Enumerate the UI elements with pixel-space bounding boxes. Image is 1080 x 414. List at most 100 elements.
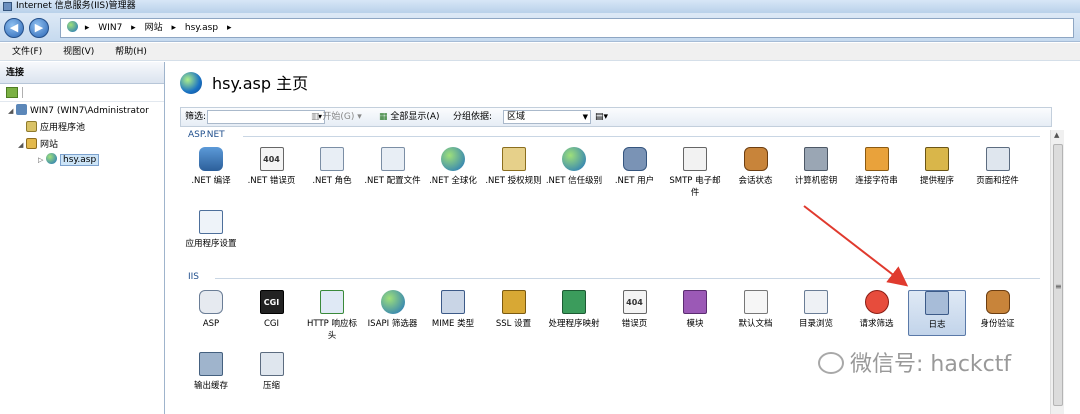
binoculars-icon: ▥	[311, 112, 320, 122]
feature-label: .NET 信任级别	[545, 176, 603, 186]
forward-button[interactable]: ▶	[29, 18, 49, 38]
providers-icon	[925, 147, 949, 171]
session-state-icon	[743, 147, 768, 171]
server-icon	[16, 104, 27, 115]
tree-expander[interactable]: ▷	[38, 153, 46, 168]
group-divider	[215, 278, 1040, 279]
scroll-up-arrow[interactable]: ▲	[1054, 131, 1059, 139]
pages-controls-icon	[985, 147, 1010, 171]
tree-expander[interactable]: ◢	[8, 104, 16, 119]
feature-dotnet-profile[interactable]: .NET 配置文件	[364, 147, 422, 187]
feature-http-headers[interactable]: HTTP 响应标头	[303, 290, 361, 342]
connect-icon[interactable]	[6, 87, 18, 98]
feature-label: .NET 错误页	[247, 176, 296, 186]
feature-smtp-email[interactable]: SMTP 电子邮件	[666, 147, 724, 199]
scrollbar-thumb[interactable]	[1053, 144, 1063, 406]
feature-mime-types[interactable]: MIME 类型	[424, 290, 482, 330]
feature-label: 输出缓存	[193, 381, 228, 391]
feature-logging[interactable]: 日志	[908, 290, 966, 336]
tree-expander[interactable]: ◢	[18, 138, 26, 153]
feature-providers[interactable]: 提供程序	[908, 147, 966, 187]
error-pages-icon: 404	[622, 290, 647, 314]
isapi-filters-icon	[380, 290, 405, 314]
feature-asp[interactable]: ASP	[182, 290, 240, 330]
feature-request-filtering[interactable]: 请求筛选	[848, 290, 906, 330]
dotnet-trust-icon	[562, 147, 586, 171]
feature-label: 页面和控件	[976, 176, 1019, 186]
feature-machine-key[interactable]: 计算机密钥	[787, 147, 845, 187]
crumb-sites[interactable]: 网站	[145, 23, 163, 33]
feature-dotnet-roles[interactable]: .NET 角色	[303, 147, 361, 187]
feature-cgi[interactable]: CGI CGI	[243, 290, 301, 330]
menu-view[interactable]: 视图(V)	[63, 47, 94, 57]
view-toggle-button[interactable]: ▤▾	[595, 108, 608, 126]
feature-app-settings[interactable]: 应用程序设置	[182, 210, 240, 250]
group-header-aspnet[interactable]: ASP.NET	[188, 130, 225, 140]
feature-dotnet-authorization[interactable]: .NET 授权规则	[485, 147, 543, 187]
feature-label: SMTP 电子邮件	[669, 176, 721, 198]
tree-node-apppools[interactable]: 应用程序池	[26, 121, 85, 136]
start-filter-button[interactable]: ▥ 开始(G) ▾	[311, 108, 362, 126]
group-by-label: 分组依据:	[453, 112, 493, 122]
menu-help[interactable]: 帮助(H)	[115, 47, 147, 57]
group-header-iis[interactable]: IIS	[188, 272, 199, 282]
menu-file[interactable]: 文件(F)	[12, 47, 42, 57]
feature-label: .NET 用户	[614, 176, 655, 186]
feature-label: .NET 全球化	[429, 176, 477, 186]
window-title: Internet 信息服务(IIS)管理器	[16, 1, 136, 11]
dotnet-profile-icon	[380, 147, 405, 171]
globe-icon	[67, 21, 78, 32]
toolbar-separator	[22, 87, 23, 98]
crumb-win7[interactable]: WIN7	[98, 23, 122, 33]
dotnet-users-icon	[622, 147, 647, 171]
machine-key-icon	[804, 147, 828, 171]
feature-modules[interactable]: 模块	[666, 290, 724, 330]
feature-label: .NET 编译	[191, 176, 231, 186]
feature-dotnet-compile[interactable]: .NET 编译	[182, 147, 240, 187]
tree-node-server[interactable]: ◢ WIN7 (WIN7\Administrator	[8, 104, 149, 119]
feature-default-document[interactable]: 默认文档	[727, 290, 785, 330]
tree-node-hsy-asp[interactable]: ▷ hsy.asp	[38, 153, 100, 168]
group-by-select[interactable]: 区域 ▼	[503, 110, 591, 124]
feature-label: 错误页	[621, 319, 648, 329]
feature-handler-mappings[interactable]: 处理程序映射	[545, 290, 603, 330]
logging-icon	[925, 291, 949, 315]
filter-label: 筛选:	[185, 112, 207, 122]
dotnet-globalization-icon	[441, 147, 465, 171]
feature-dotnet-trust[interactable]: .NET 信任级别	[545, 147, 603, 187]
feature-ssl-settings[interactable]: SSL 设置	[485, 290, 543, 330]
feature-authentication[interactable]: 身份验证	[969, 290, 1027, 330]
vertical-scrollbar[interactable]: ▲ ≡	[1050, 130, 1064, 414]
filter-input[interactable]: ▾	[207, 110, 325, 124]
show-all-button[interactable]: ▦ 全部显示(A)	[379, 108, 440, 126]
connections-header: 连接	[0, 62, 164, 84]
feature-isapi-filters[interactable]: ISAPI 筛选器	[364, 290, 422, 330]
feature-compression[interactable]: 压缩	[243, 352, 301, 392]
feature-directory-browsing[interactable]: 目录浏览	[787, 290, 845, 330]
group-divider	[243, 136, 1040, 137]
feature-output-caching[interactable]: 输出缓存	[182, 352, 240, 392]
feature-label: 压缩	[262, 381, 280, 391]
feature-label: ISAPI 筛选器	[367, 319, 418, 329]
crumb-site[interactable]: hsy.asp	[185, 23, 218, 33]
feature-label: SSL 设置	[495, 319, 532, 329]
feature-session-state[interactable]: 会话状态	[727, 147, 785, 187]
dotnet-error-pages-icon: 404	[259, 147, 284, 171]
http-headers-icon	[320, 290, 344, 314]
feature-label: 目录浏览	[798, 319, 833, 329]
feature-connection-strings[interactable]: 连接字符串	[848, 147, 906, 187]
feature-dotnet-users[interactable]: .NET 用户	[606, 147, 664, 187]
address-path[interactable]: ▸ WIN7 ▸ 网站 ▸ hsy.asp ▸	[60, 18, 1074, 38]
feature-label: ASP	[202, 319, 220, 329]
feature-pages-controls[interactable]: 页面和控件	[969, 147, 1027, 187]
icon-glyph: CGI	[263, 298, 280, 307]
back-button[interactable]: ◀	[4, 18, 24, 38]
sites-folder-icon	[26, 138, 37, 149]
app-settings-icon	[199, 210, 223, 234]
feature-dotnet-globalization[interactable]: .NET 全球化	[424, 147, 482, 187]
request-filtering-icon	[864, 290, 889, 314]
app-pool-icon	[26, 121, 37, 132]
feature-dotnet-error-pages[interactable]: 404 .NET 错误页	[243, 147, 301, 187]
tree-node-sites[interactable]: ◢ 网站	[18, 138, 58, 153]
feature-error-pages[interactable]: 404 错误页	[606, 290, 664, 330]
